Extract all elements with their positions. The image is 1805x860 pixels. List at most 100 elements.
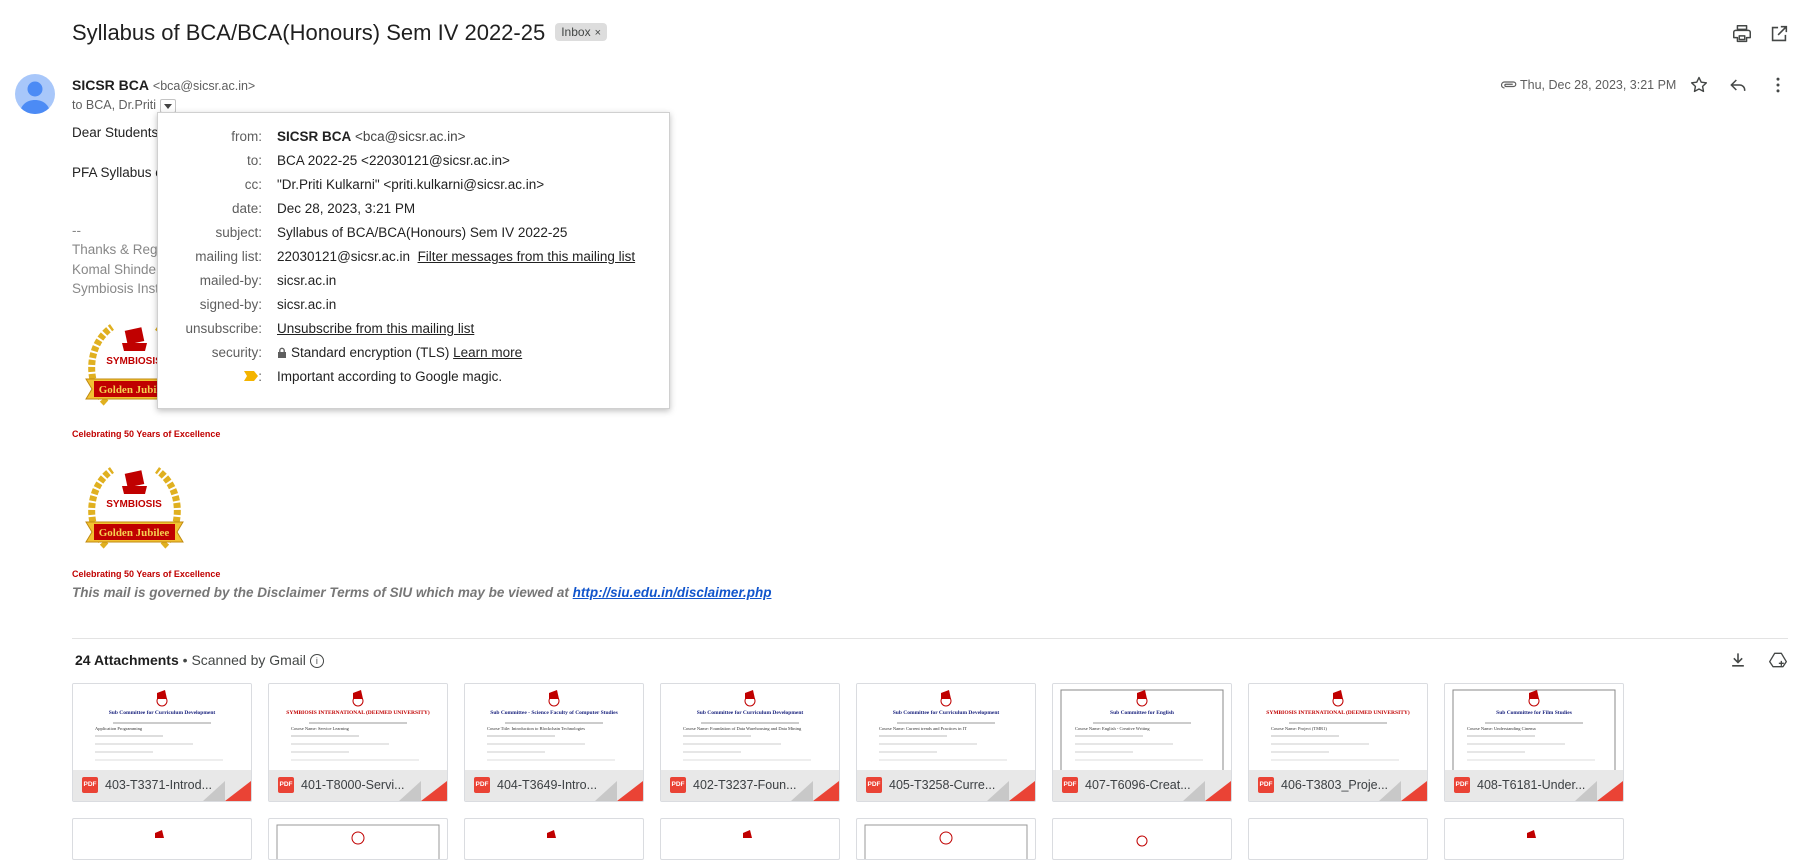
- detail-label: from:: [231, 129, 262, 144]
- thumbnail-heading: Sub Committee for Curriculum Development: [108, 710, 216, 716]
- attachment-thumbnail: Sub Committee - Science Faculty of Compu…: [465, 684, 643, 770]
- attachment-card-partial[interactable]: [856, 818, 1036, 860]
- sender-name[interactable]: SICSR BCA: [72, 77, 149, 93]
- attachments-header: 24 Attachments • Scanned by Gmail i: [75, 652, 324, 669]
- thumbnail-subheading: Course Name: English - Creative Writing: [1075, 726, 1150, 731]
- attachment-card-partial[interactable]: [1444, 818, 1624, 860]
- symbiosis-logo-image: SYMBIOSIS Golden Jubilee: [85, 467, 184, 549]
- detail-cc-row: cc: "Dr.Priti Kulkarni" <priti.kulkarni@…: [158, 177, 669, 197]
- page-fold-icon: [595, 781, 617, 801]
- svg-text:SYMBIOSIS: SYMBIOSIS: [106, 356, 162, 367]
- attachment-card-partial[interactable]: [660, 818, 840, 860]
- thumbnail-subheading: Application Programming: [95, 726, 143, 731]
- learn-more-link[interactable]: Learn more: [453, 345, 522, 360]
- golden-jubilee-logo-2: SYMBIOSIS Golden Jubilee: [72, 458, 197, 575]
- attachment-icon: [1500, 77, 1518, 93]
- pdf-corner-icon: [421, 781, 447, 801]
- pdf-icon: PDF: [1454, 777, 1470, 793]
- add-to-drive-icon[interactable]: [1768, 650, 1788, 670]
- detail-cc-value: "Dr.Priti Kulkarni" <priti.kulkarni@sics…: [277, 177, 545, 192]
- disclaimer-text: This mail is governed by the Disclaimer …: [72, 585, 573, 600]
- thumbnail-subheading: Course Title: Introduction to Blockchain…: [487, 726, 585, 731]
- attachment-card[interactable]: SYMBIOSIS INTERNATIONAL (DEEMED UNIVERSI…: [268, 683, 448, 802]
- attachment-card[interactable]: Sub Committee for Curriculum Development…: [72, 683, 252, 802]
- star-icon[interactable]: [1689, 75, 1709, 95]
- detail-label: security:: [211, 345, 262, 360]
- attachment-thumbnail: Sub Committee for Curriculum Development…: [661, 684, 839, 770]
- pdf-icon: PDF: [670, 777, 686, 793]
- attachment-card[interactable]: SYMBIOSIS INTERNATIONAL (DEEMED UNIVERSI…: [1248, 683, 1428, 802]
- remove-label-button[interactable]: ×: [595, 27, 601, 39]
- pdf-icon: PDF: [82, 777, 98, 793]
- pdf-corner-icon: [1597, 781, 1623, 801]
- recipients-text: to BCA, Dr.Priti: [72, 98, 157, 112]
- filter-mailing-list-link[interactable]: Filter messages from this mailing list: [418, 249, 636, 264]
- unsubscribe-link[interactable]: Unsubscribe from this mailing list: [277, 321, 474, 336]
- attachment-card[interactable]: Sub Committee for Curriculum Development…: [856, 683, 1036, 802]
- inbox-label-text: Inbox: [561, 25, 591, 40]
- detail-from-email: <bca@sicsr.ac.in>: [355, 129, 466, 144]
- detail-label: signed-by:: [199, 297, 262, 312]
- detail-mailed-by-row: mailed-by: sicsr.ac.in: [158, 273, 669, 293]
- attachment-thumbnail: Sub Committee for Film Studies Course Nam…: [1445, 684, 1623, 777]
- page-fold-icon: [1183, 781, 1205, 801]
- download-all-icon[interactable]: [1728, 650, 1748, 670]
- attachment-card-partial[interactable]: [1248, 818, 1428, 860]
- detail-date-value: Dec 28, 2023, 3:21 PM: [277, 201, 416, 216]
- attachment-card-partial[interactable]: [268, 818, 448, 860]
- pdf-icon: PDF: [866, 777, 882, 793]
- attachment-card[interactable]: Sub Committee for Film Studies Course Nam…: [1444, 683, 1624, 802]
- pdf-icon: PDF: [278, 777, 294, 793]
- attachment-thumbnail: Sub Committee for Curriculum Development…: [73, 684, 251, 770]
- logo-caption: Celebrating 50 Years of Excellence: [72, 569, 221, 579]
- print-icon[interactable]: [1731, 23, 1753, 45]
- thumbnail-heading: Sub Committee - Science Faculty of Compu…: [490, 710, 618, 716]
- pdf-icon: PDF: [474, 777, 490, 793]
- disclaimer-link[interactable]: http://siu.edu.in/disclaimer.php: [573, 585, 772, 600]
- detail-mailing-list-value: 22030121@sicsr.ac.in: [277, 249, 411, 264]
- detail-to-value: BCA 2022-25 <22030121@sicsr.ac.in>: [277, 153, 510, 168]
- attachment-card-partial[interactable]: [72, 818, 252, 860]
- body-line: PFA Syllabus c: [72, 165, 163, 180]
- svg-text:SYMBIOSIS: SYMBIOSIS: [106, 499, 162, 510]
- detail-label: unsubscribe:: [185, 321, 262, 336]
- page-fold-icon: [1575, 781, 1597, 801]
- importance-marker-icon: [244, 371, 259, 381]
- attachment-card[interactable]: Sub Committee - Science Faculty of Compu…: [464, 683, 644, 802]
- detail-security-row: security: Standard encryption (TLS) Lear…: [158, 345, 669, 365]
- signature-thanks: Thanks & Rega: [72, 242, 166, 257]
- detail-label: mailing list:: [195, 249, 262, 264]
- message-date: Thu, Dec 28, 2023, 3:21 PM: [1520, 78, 1677, 92]
- attachment-card-partial[interactable]: [464, 818, 644, 860]
- detail-security-value: Standard encryption (TLS): [291, 345, 450, 360]
- reply-icon[interactable]: [1728, 75, 1748, 95]
- attachment-thumbnail: Sub Committee for Curriculum Development…: [857, 684, 1035, 770]
- detail-from-name: SICSR BCA: [277, 129, 352, 144]
- more-options-icon[interactable]: [1768, 75, 1788, 95]
- detail-importance-value: Important according to Google magic.: [277, 369, 503, 384]
- inbox-label-badge[interactable]: Inbox ×: [555, 23, 608, 42]
- attachment-card[interactable]: Sub Committee for Curriculum Development…: [660, 683, 840, 802]
- pdf-corner-icon: [1009, 781, 1035, 801]
- attachment-card[interactable]: Sub Committee for English Course Name: En…: [1052, 683, 1232, 802]
- pdf-corner-icon: [1401, 781, 1427, 801]
- logo-caption: Celebrating 50 Years of Excellence: [72, 429, 221, 439]
- thumbnail-heading: SYMBIOSIS INTERNATIONAL (DEEMED UNIVERSI…: [286, 710, 430, 716]
- open-in-new-window-icon[interactable]: [1768, 23, 1790, 45]
- pdf-corner-icon: [1205, 781, 1231, 801]
- lock-icon: [278, 347, 286, 358]
- thumbnail-heading: Sub Committee for Curriculum Development: [696, 710, 804, 716]
- separator-dot: •: [182, 652, 188, 668]
- attachments-count: 24 Attachments: [75, 652, 179, 668]
- show-details-dropdown-icon[interactable]: [160, 98, 177, 113]
- signature-institute: Symbiosis Inst: [72, 281, 160, 296]
- signature-dashes: --: [72, 223, 81, 238]
- info-icon[interactable]: i: [309, 654, 324, 669]
- attachment-card-partial[interactable]: [1052, 818, 1232, 860]
- recipients-line: to BCA, Dr.Priti: [72, 98, 177, 113]
- sender-avatar[interactable]: [15, 74, 55, 114]
- thumbnail-subheading: Course Name: Project (TMR1): [1271, 726, 1327, 731]
- detail-label: cc:: [244, 177, 262, 192]
- thumbnail-subheading: Course Name: Service Learning: [291, 726, 349, 731]
- thumbnail-heading: Sub Committee for Curriculum Development: [892, 710, 1000, 716]
